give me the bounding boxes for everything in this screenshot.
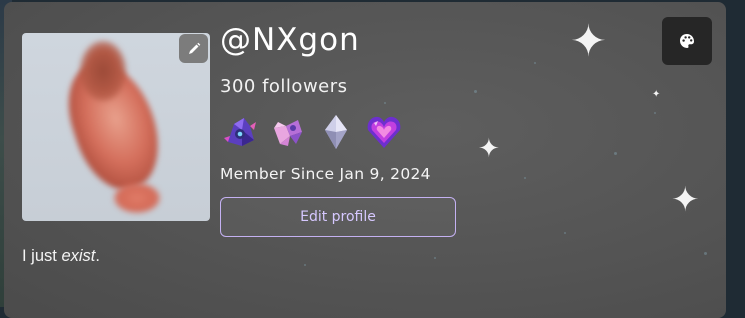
star-dust [704, 252, 707, 255]
badge-list [220, 112, 404, 152]
sparkle-icon: ✦ [570, 16, 607, 67]
profile-card: ✦ ✦ ✦ ✦ @NXgon 300 followers Member Sinc… [4, 2, 726, 318]
pencil-icon [188, 42, 200, 54]
star-dust [534, 62, 536, 64]
star-dust [304, 264, 306, 266]
star-dust [474, 90, 477, 93]
star-dust [654, 112, 656, 114]
star-dust [524, 177, 526, 179]
purple-creature-badge-icon[interactable] [220, 112, 260, 152]
star-dust [564, 232, 566, 234]
sparkle-icon: ✦ [478, 134, 500, 164]
purple-heart-gem-badge-icon[interactable] [364, 112, 404, 152]
username: @NXgon [220, 22, 360, 58]
bio: I just exist. [22, 247, 100, 266]
theme-button[interactable] [662, 17, 712, 65]
followers-count[interactable]: 300 followers [220, 76, 348, 97]
bio-suffix: . [95, 247, 100, 265]
edit-avatar-button[interactable] [179, 34, 208, 63]
bio-text: I just [22, 247, 62, 265]
avatar-image-fish-head [80, 41, 126, 101]
star-dust [614, 152, 617, 155]
member-since: Member Since Jan 9, 2024 [220, 165, 431, 183]
bio-emphasis: exist [61, 247, 96, 265]
pink-bird-badge-icon[interactable] [268, 112, 308, 152]
sparkle-icon: ✦ [652, 89, 661, 100]
star-dust [384, 102, 386, 104]
palette-icon [680, 34, 694, 48]
star-dust [434, 257, 436, 259]
edit-profile-button[interactable]: Edit profile [220, 197, 456, 237]
avatar-image-fish-tail [114, 183, 160, 213]
crystal-badge-icon[interactable] [316, 112, 356, 152]
sparkle-icon: ✦ [671, 180, 700, 220]
